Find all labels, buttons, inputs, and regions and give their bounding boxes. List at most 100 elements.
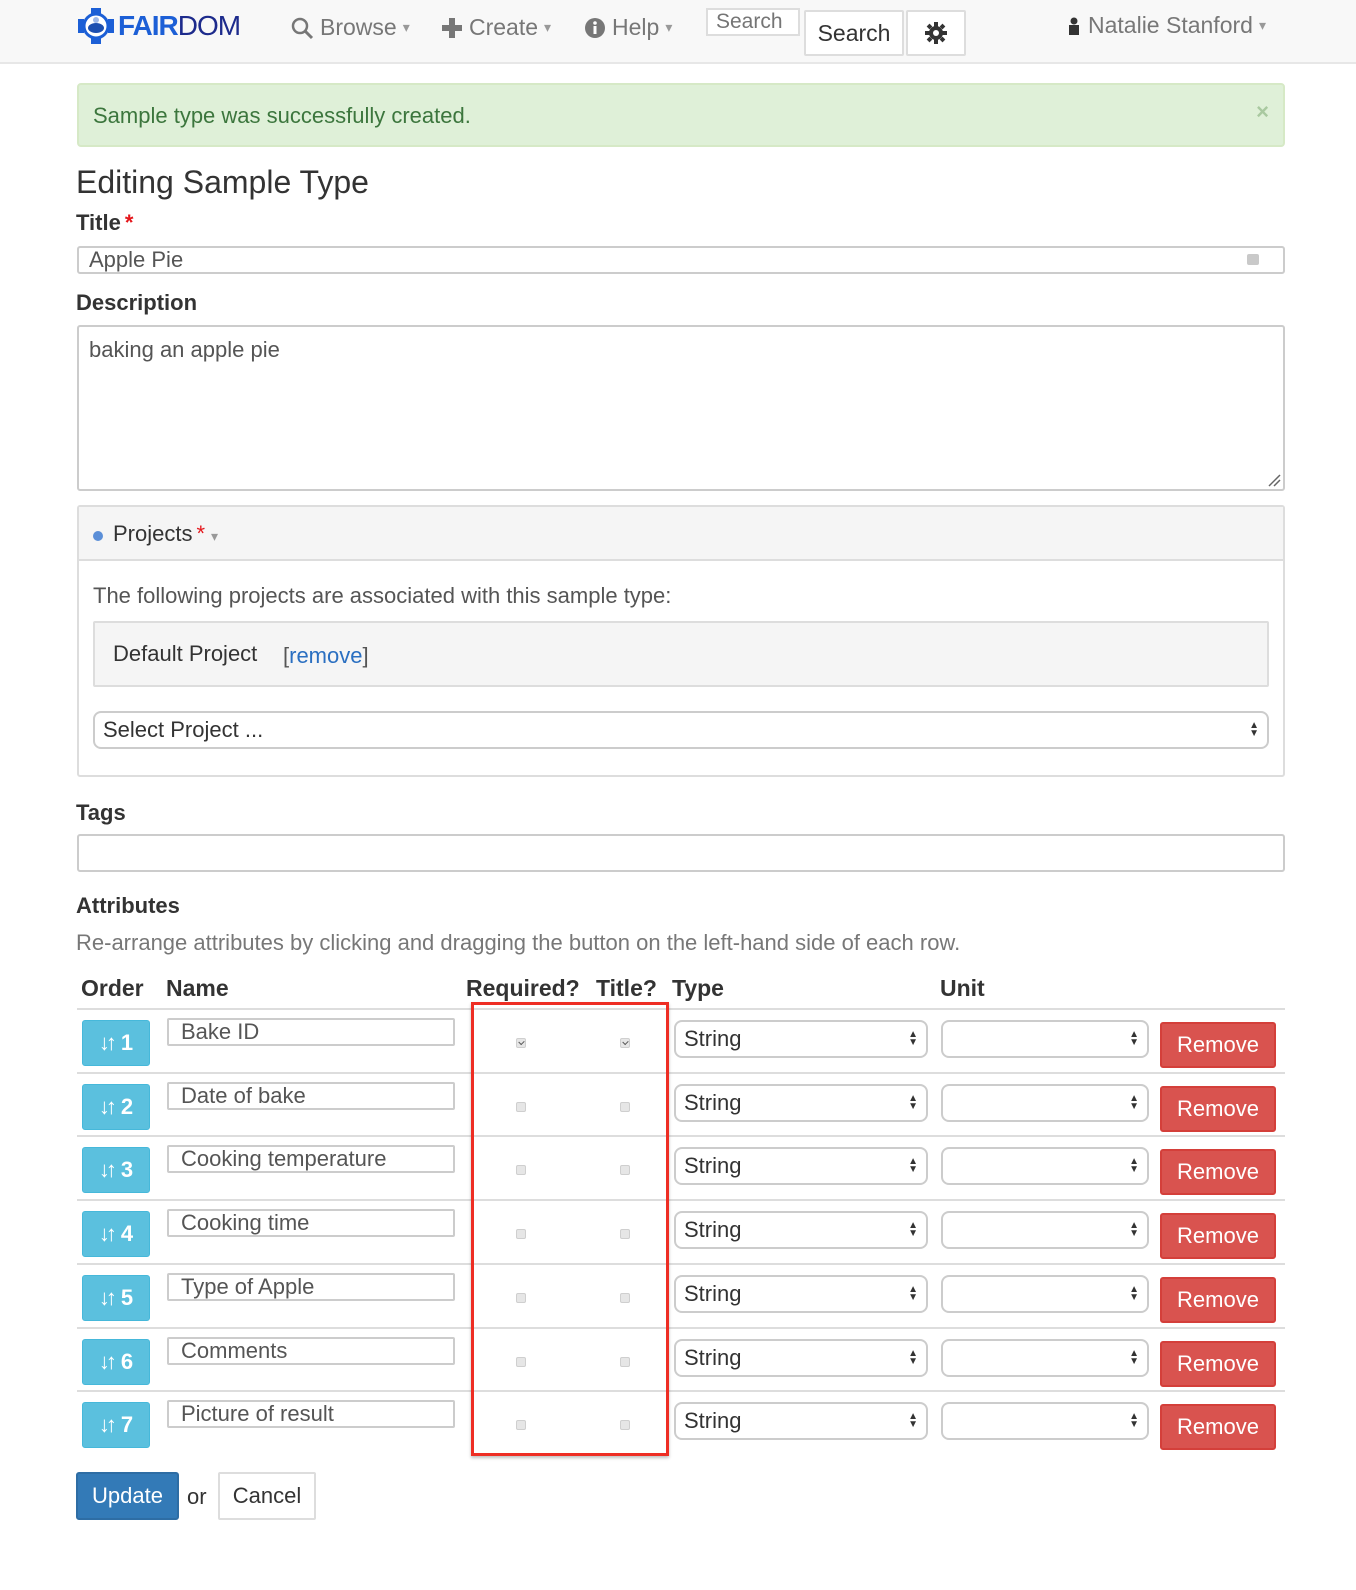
col-header-title: Title? [596,975,657,1001]
title-checkbox[interactable] [620,1420,630,1431]
type-select[interactable]: String ▲ ▼ [674,1211,928,1250]
select-arrows-icon: ▲ ▼ [908,1411,918,1431]
resize-handle-icon[interactable] [1265,471,1281,487]
drag-order-handle[interactable]: ↓↑ 7 [82,1402,150,1449]
type-select-value: String [684,1217,742,1243]
unit-select[interactable]: ▲ ▼ [941,1274,1149,1313]
projects-panel-heading[interactable]: Projects * ▾ [79,507,1283,561]
type-select[interactable]: String ▲ ▼ [674,1020,928,1058]
title-checkbox[interactable] [620,1038,630,1048]
required-mark: * [196,521,206,546]
required-checkbox[interactable] [516,1420,526,1431]
attribute-name-input[interactable]: Type of Apple [167,1272,455,1301]
required-checkbox[interactable] [516,1165,526,1176]
tags-label: Tags [76,800,126,825]
attribute-name-input[interactable]: Comments [167,1336,455,1365]
attribute-name-input[interactable]: Bake ID [167,1018,455,1046]
unit-select[interactable]: ▲ ▼ [941,1402,1149,1441]
tags-input[interactable] [77,834,1285,872]
required-checkbox[interactable] [516,1356,526,1367]
sort-arrows-icon: ↓↑ [98,1157,117,1183]
drag-order-handle[interactable]: ↓↑ 6 [82,1338,150,1385]
project-name: Default Project [113,641,258,666]
select-arrows-icon: ▲ ▼ [1129,1347,1139,1367]
required-checkbox[interactable] [516,1038,526,1048]
sort-arrows-icon: ↓↑ [98,1348,117,1374]
title-label: Title * [76,210,133,236]
title-checkbox[interactable] [620,1356,630,1367]
remove-project-link[interactable]: remove [289,643,362,668]
required-checkbox[interactable] [516,1292,526,1303]
remove-attribute-button[interactable]: Remove [1160,1213,1276,1260]
attribute-name-input[interactable]: Cooking temperature [167,1145,455,1174]
drag-order-handle[interactable]: ↓↑ 4 [82,1211,150,1258]
settings-button[interactable] [906,10,966,56]
type-select[interactable]: String ▲ ▼ [674,1402,928,1441]
nav-create[interactable]: Create ▾ [441,14,551,41]
project-select[interactable]: Select Project ... ▲ ▼ [93,711,1269,749]
description-value: baking an apple pie [89,337,280,362]
select-arrows-icon: ▲ ▼ [1129,1029,1139,1048]
unit-select[interactable]: ▲ ▼ [941,1020,1149,1058]
remove-attribute-button[interactable]: Remove [1160,1022,1276,1068]
unit-select[interactable]: ▲ ▼ [941,1083,1149,1122]
user-menu[interactable]: Natalie Stanford ▾ [1068,12,1266,39]
remove-attribute-button[interactable]: Remove [1160,1404,1276,1451]
update-button[interactable]: Update [76,1472,179,1520]
col-header-order: Order [81,975,144,1001]
search-button[interactable]: Search [804,10,904,56]
title-input[interactable]: Apple Pie [77,246,1285,274]
select-arrows-icon: ▲ ▼ [1129,1411,1139,1431]
unit-select[interactable]: ▲ ▼ [941,1147,1149,1186]
attribute-name-input[interactable]: Cooking time [167,1209,455,1238]
order-number: 4 [120,1221,134,1247]
fairdom-logo[interactable]: FAIRDOM [78,8,241,44]
search-icon [291,17,314,39]
associated-projects-box: Default Project [remove] [93,621,1269,687]
type-select[interactable]: String ▲ ▼ [674,1083,928,1122]
required-checkbox[interactable] [516,1229,526,1240]
attribute-name-value: Cooking time [181,1210,310,1236]
type-select[interactable]: String ▲ ▼ [674,1338,928,1377]
unit-select[interactable]: ▲ ▼ [941,1211,1149,1250]
required-checkbox[interactable] [516,1101,526,1112]
select-arrows-icon: ▲ ▼ [908,1220,918,1240]
type-select-value: String [684,1026,742,1051]
search-input[interactable] [706,8,800,36]
type-select[interactable]: String ▲ ▼ [674,1274,928,1313]
nav-browse[interactable]: Browse ▾ [290,14,410,41]
drag-order-handle[interactable]: ↓↑ 2 [82,1083,150,1130]
attribute-name-value: Cooking temperature [181,1146,387,1172]
attribute-name-input[interactable]: Picture of result [167,1400,455,1429]
cancel-button[interactable]: Cancel [218,1472,316,1520]
caret-down-icon: ▾ [1258,17,1266,33]
close-icon[interactable]: × [1256,99,1269,125]
title-checkbox[interactable] [620,1292,630,1303]
remove-attribute-button[interactable]: Remove [1160,1149,1276,1196]
order-number: 6 [120,1348,134,1374]
description-textarea[interactable]: baking an apple pie [77,325,1285,491]
fairdom-logo-icon [78,8,114,44]
remove-attribute-button[interactable]: Remove [1160,1276,1276,1323]
autofill-contact-icon[interactable] [1247,254,1259,265]
remove-attribute-button[interactable]: Remove [1160,1085,1276,1132]
type-select[interactable]: String ▲ ▼ [674,1147,928,1186]
nav-help-label: Help [612,14,660,40]
nav-create-label: Create [469,14,539,40]
drag-order-handle[interactable]: ↓↑ 1 [82,1020,150,1066]
drag-order-handle[interactable]: ↓↑ 5 [82,1274,150,1321]
unit-select[interactable]: ▲ ▼ [941,1338,1149,1377]
user-icon [1069,17,1079,35]
attribute-name-input[interactable]: Date of bake [167,1081,455,1110]
drag-order-handle[interactable]: ↓↑ 3 [82,1147,150,1194]
nav-help[interactable]: Help ▾ [584,14,672,41]
title-checkbox[interactable] [620,1101,630,1112]
attribute-name-value: Type of Apple [181,1273,315,1299]
order-number: 7 [120,1412,134,1438]
title-checkbox[interactable] [620,1229,630,1240]
title-checkbox[interactable] [620,1165,630,1176]
remove-attribute-button[interactable]: Remove [1160,1340,1276,1387]
success-alert: Sample type was successfully created. × [77,83,1285,147]
col-header-required: Required? [466,975,580,1001]
sort-arrows-icon: ↓↑ [98,1284,117,1310]
